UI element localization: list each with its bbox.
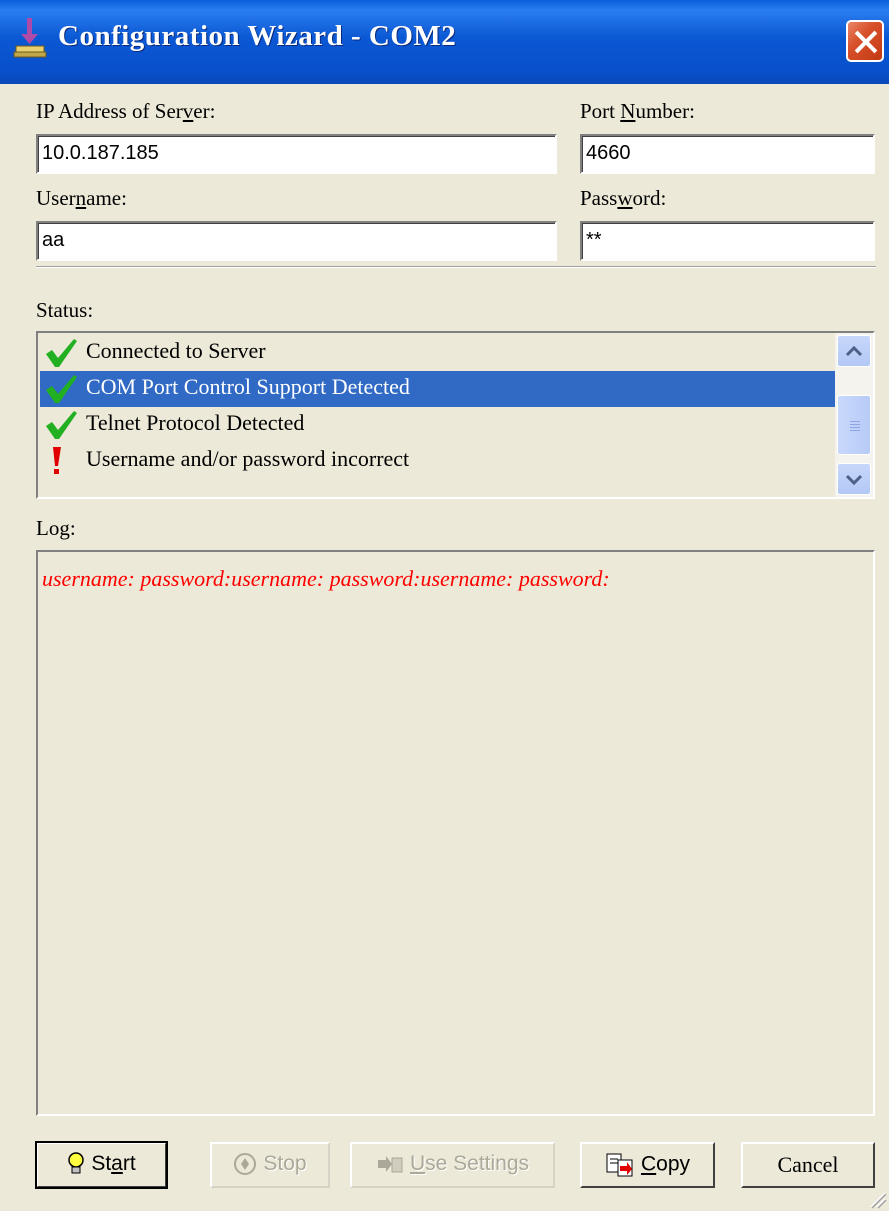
status-list[interactable]: Connected to Server COM Port Control Sup… bbox=[36, 331, 875, 499]
copy-button[interactable]: Copy bbox=[580, 1142, 715, 1188]
stop-button[interactable]: Stop bbox=[210, 1142, 330, 1188]
use-settings-icon bbox=[377, 1156, 403, 1173]
check-icon bbox=[46, 375, 77, 403]
scroll-thumb[interactable] bbox=[837, 395, 871, 455]
ip-address-label: IP Address of Server: bbox=[36, 99, 216, 123]
ip-address-input[interactable]: 10.0.187.185 bbox=[36, 134, 557, 174]
log-area[interactable]: username: password:username: password:us… bbox=[36, 550, 875, 1116]
log-text: username: password:username: password:us… bbox=[42, 566, 610, 591]
list-item[interactable]: Username and/or password incorrect bbox=[40, 443, 835, 479]
chevron-down-icon bbox=[845, 474, 863, 486]
list-item[interactable]: COM Port Control Support Detected bbox=[40, 371, 835, 407]
log-label: Log: bbox=[36, 516, 76, 540]
cancel-button[interactable]: Cancel bbox=[741, 1142, 875, 1188]
password-label: Password: bbox=[580, 186, 667, 210]
username-label: Username: bbox=[36, 186, 127, 210]
status-label: Status: bbox=[36, 298, 94, 322]
exclamation-icon bbox=[53, 447, 61, 474]
chevron-up-icon bbox=[845, 345, 863, 357]
start-button[interactable]: Start bbox=[35, 1141, 168, 1189]
title-bar[interactable]: Configuration Wizard - COM2 bbox=[0, 0, 889, 84]
copy-icon bbox=[606, 1153, 633, 1177]
list-item[interactable]: Connected to Server bbox=[40, 335, 835, 371]
resize-grip[interactable] bbox=[867, 1189, 887, 1209]
check-icon bbox=[46, 339, 77, 367]
stop-icon bbox=[234, 1153, 257, 1176]
check-icon bbox=[46, 411, 77, 439]
port-number-label: Port Number: bbox=[580, 99, 695, 123]
lightbulb-icon bbox=[68, 1152, 85, 1174]
status-scrollbar[interactable] bbox=[835, 333, 873, 497]
separator bbox=[36, 266, 876, 268]
close-button[interactable] bbox=[846, 20, 884, 62]
use-settings-button[interactable]: Use Settings bbox=[350, 1142, 555, 1188]
scroll-down-button[interactable] bbox=[837, 463, 871, 495]
installer-icon bbox=[13, 18, 47, 58]
port-number-input[interactable]: 4660 bbox=[580, 134, 875, 174]
configuration-wizard-window: Configuration Wizard - COM2 IP Address o… bbox=[0, 0, 889, 1211]
username-input[interactable]: aa bbox=[36, 221, 557, 261]
scroll-up-button[interactable] bbox=[837, 335, 871, 367]
password-input[interactable]: ** bbox=[580, 221, 875, 261]
list-item[interactable]: Telnet Protocol Detected bbox=[40, 407, 835, 443]
window-title: Configuration Wizard - COM2 bbox=[58, 20, 457, 52]
